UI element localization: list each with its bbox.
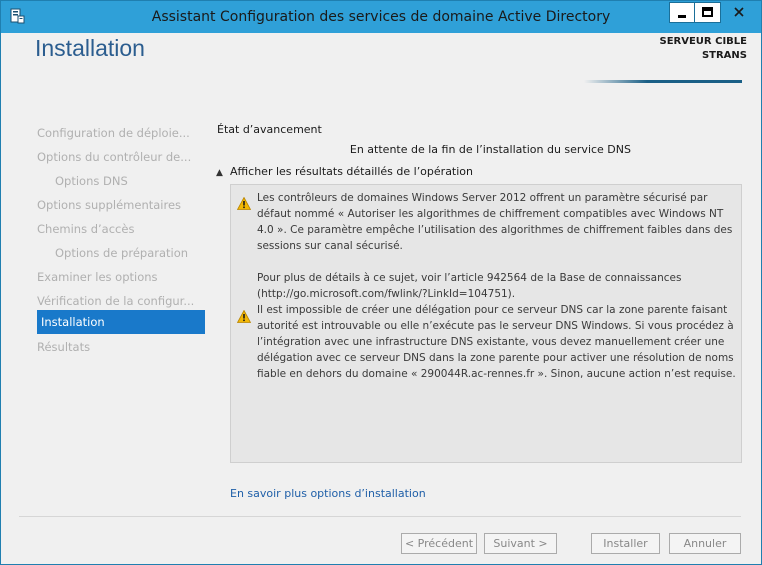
operation-results-panel[interactable]: Les contrôleurs de domaines Windows Serv…: [230, 184, 742, 463]
target-server-name: STRANS: [701, 50, 747, 61]
sidebar-item-examiner-options[interactable]: Examiner les options: [37, 265, 205, 289]
maximize-icon: [702, 7, 713, 17]
sidebar-item-configuration-deploiement[interactable]: Configuration de déploie...: [37, 121, 205, 145]
sidebar-item-options-preparation[interactable]: Options de préparation: [37, 241, 205, 265]
minimize-icon: [678, 15, 686, 18]
next-button[interactable]: Suivant >: [484, 533, 557, 554]
sidebar-item-resultats[interactable]: Résultats: [37, 335, 205, 359]
progress-status-text: En attente de la fin de l’installation d…: [349, 143, 631, 156]
message-text: Les contrôleurs de domaines Windows Serv…: [257, 192, 733, 252]
progress-heading: État d’avancement: [217, 123, 322, 136]
sidebar-item-chemins-acces[interactable]: Chemins d’accès: [37, 217, 205, 241]
more-install-options-link[interactable]: En savoir plus options d’installation: [230, 487, 426, 500]
warning-icon: [236, 308, 252, 323]
message-text: Il est impossible de créer une délégatio…: [257, 304, 736, 380]
cancel-button[interactable]: Annuler: [669, 533, 741, 554]
close-button[interactable]: [721, 2, 757, 23]
title-bar[interactable]: Assistant Configuration des services de …: [1, 1, 761, 33]
header-divider: [584, 80, 742, 83]
details-toggle-label: Afficher les résultats détaillés de l’op…: [230, 165, 473, 178]
maximize-button[interactable]: [695, 2, 721, 23]
footer-divider: [19, 516, 741, 517]
sidebar-item-options-dns[interactable]: Options DNS: [37, 169, 205, 193]
chevron-up-icon: ▲: [216, 168, 223, 178]
warning-icon: [236, 195, 252, 210]
page-title: Installation: [35, 35, 145, 61]
sidebar-item-options-supplementaires[interactable]: Options supplémentaires: [37, 193, 205, 217]
sidebar-item-options-controleur[interactable]: Options du contrôleur de...: [37, 145, 205, 169]
close-icon: [734, 7, 744, 17]
install-button[interactable]: Installer: [591, 533, 660, 554]
sidebar-item-installation[interactable]: Installation: [37, 310, 205, 334]
minimize-button[interactable]: [669, 2, 695, 23]
message-text-kb: Pour plus de détails à ce sujet, voir l’…: [257, 272, 682, 300]
target-server-label: SERVEUR CIBLE: [659, 36, 748, 47]
message-item: Les contrôleurs de domaines Windows Serv…: [257, 190, 737, 302]
window-title: Assistant Configuration des services de …: [151, 9, 611, 25]
message-item: Il est impossible de créer une délégatio…: [257, 302, 737, 382]
previous-button[interactable]: < Précédent: [401, 533, 477, 554]
details-toggle[interactable]: ▲ Afficher les résultats détaillés de l’o…: [216, 165, 473, 178]
wizard-window: Assistant Configuration des services de …: [0, 0, 762, 565]
